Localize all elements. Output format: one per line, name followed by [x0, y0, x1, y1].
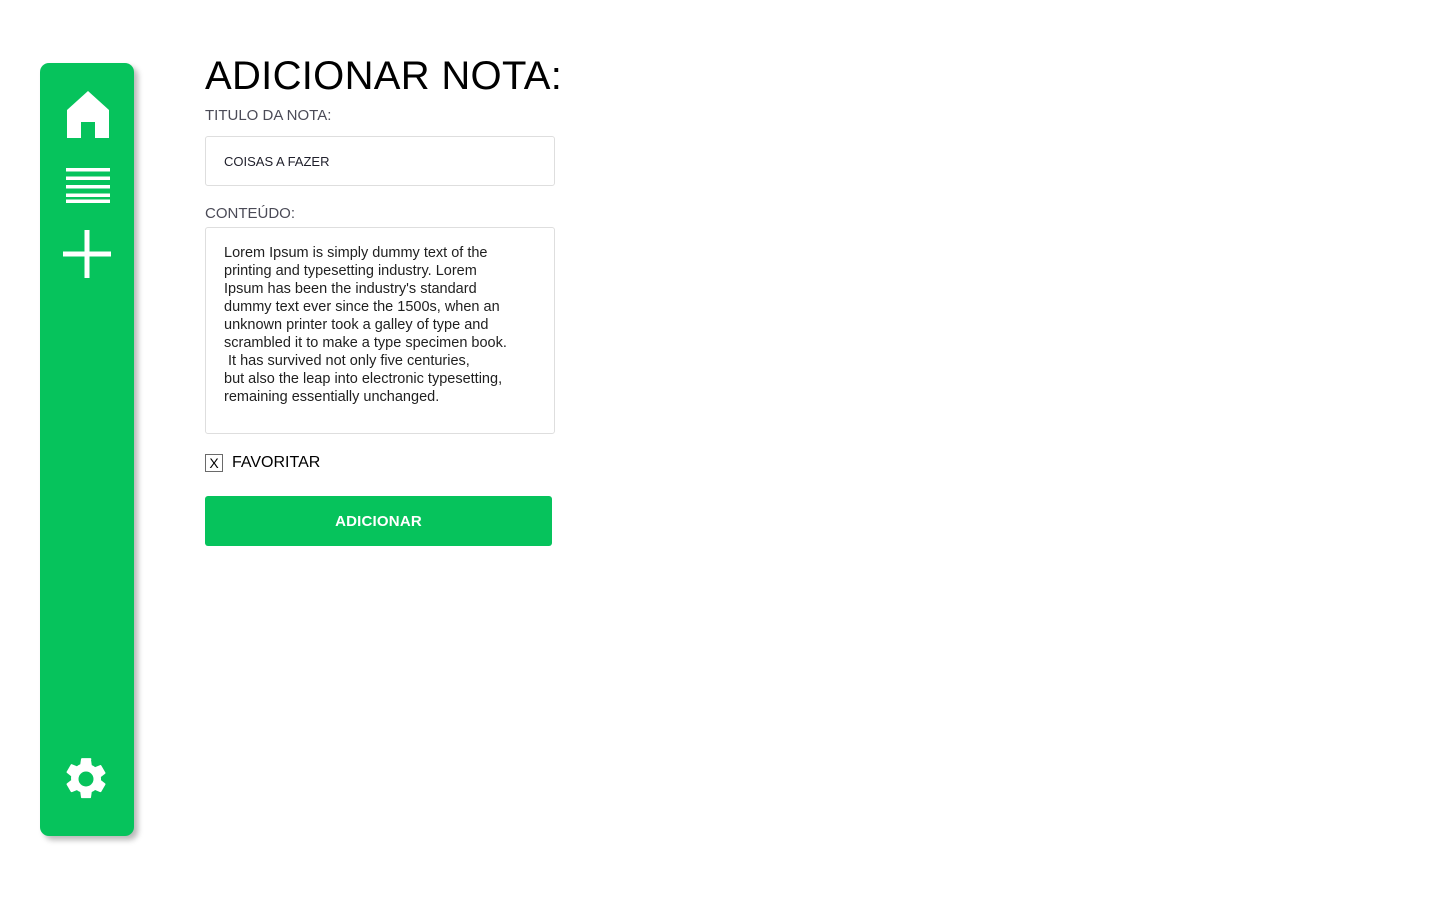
note-title-input[interactable]	[205, 136, 555, 186]
title-label: TITULO DA NOTA:	[205, 107, 332, 124]
gear-icon	[66, 758, 106, 799]
favorite-toggle[interactable]: X FAVORITAR	[205, 452, 320, 474]
list-icon	[66, 168, 110, 203]
sidebar	[40, 63, 134, 836]
add-note-form: ADICIONAR NOTA: TITULO DA NOTA: CONTEÚDO…	[205, 50, 565, 546]
note-content-textarea[interactable]: Lorem Ipsum is simply dummy text of the …	[205, 227, 555, 434]
favorite-label: FAVORITAR	[232, 454, 321, 471]
list-button[interactable]	[65, 165, 111, 205]
home-icon	[67, 91, 109, 138]
favorite-checkbox[interactable]: X	[205, 454, 223, 472]
settings-button[interactable]	[60, 751, 112, 807]
content-label: CONTEÚDO:	[205, 205, 295, 222]
page-title: ADICIONAR NOTA:	[205, 54, 563, 98]
home-button[interactable]	[64, 88, 112, 140]
submit-add-button[interactable]: ADICIONAR	[205, 496, 552, 546]
add-note-button[interactable]	[62, 228, 112, 280]
plus-icon	[63, 230, 111, 278]
